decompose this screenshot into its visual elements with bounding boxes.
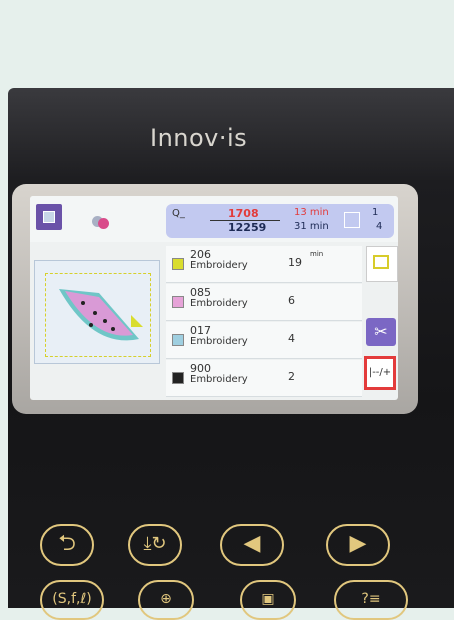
brand-logo: Innov·is (150, 124, 248, 152)
next-button[interactable]: ▶ (326, 524, 390, 566)
color-swatch (172, 334, 184, 346)
color-swatch (172, 258, 184, 270)
hardware-keys-row2: (S,f,ℓ) ⊕ ▣ ?≡ (30, 580, 414, 620)
watermelon-design-icon (59, 289, 143, 341)
thread-name: Embroidery (190, 374, 248, 385)
embroidery-frame-icon[interactable] (366, 246, 398, 282)
tension-button[interactable]: |--/+ (364, 356, 396, 390)
thread-time-unit: min (310, 250, 324, 258)
thread-row[interactable]: 085 Embroidery 6 (166, 284, 362, 321)
grid-view-button[interactable] (36, 204, 62, 230)
thread-colors-icon[interactable] (92, 214, 110, 229)
thread-color-list: 206 Embroidery 19 min 085 Embroidery 6 0… (166, 246, 362, 397)
page-current: 1 (372, 207, 379, 218)
time-done: 13 min (294, 207, 329, 218)
thread-row[interactable]: 017 Embroidery 4 (166, 322, 362, 359)
thread-cut-icon[interactable]: ✂ (366, 318, 396, 346)
back-button[interactable]: ⮌ (40, 524, 94, 566)
thread-time: 19 (288, 256, 302, 269)
side-tools: ✂ |--/+ (364, 246, 398, 396)
page-total: 4 (376, 221, 383, 232)
memory-key[interactable]: ▣ (240, 580, 296, 620)
color-swatch (172, 296, 184, 308)
stitch-key[interactable]: (S,f,ℓ) (40, 580, 104, 620)
page-box-icon (344, 212, 360, 228)
thread-name: Embroidery (190, 298, 248, 309)
stitch-count-done: 1708 (228, 207, 259, 220)
top-bar: Q_ 1708 12259 13 min 31 min 1 4 (30, 196, 398, 242)
stitch-status-panel: Q_ 1708 12259 13 min 31 min 1 4 (166, 204, 394, 238)
thread-row[interactable]: 206 Embroidery 19 min (166, 246, 362, 283)
time-total: 31 min (294, 221, 329, 232)
stitch-count-total: 12259 (228, 221, 267, 234)
touch-screen: Q_ 1708 12259 13 min 31 min 1 4 206 Embr… (30, 196, 398, 400)
auto-lock-button[interactable]: ⤓↻ (128, 524, 182, 566)
design-preview[interactable] (34, 260, 160, 364)
thread-row[interactable]: 900 Embroidery 2 (166, 360, 362, 397)
thread-name: Embroidery (190, 336, 248, 347)
previous-button[interactable]: ◀ (220, 524, 284, 566)
color-swatch (172, 372, 184, 384)
thread-time: 4 (288, 332, 295, 345)
hardware-keys-row1: ⮌ ⤓↻ ◀ ▶ (30, 520, 414, 570)
thread-time: 6 (288, 294, 295, 307)
thread-name: Embroidery (190, 260, 248, 271)
thread-time: 2 (288, 370, 295, 383)
embroidery-key[interactable]: ⊕ (138, 580, 194, 620)
needle-icon: Q_ (172, 208, 185, 219)
help-key[interactable]: ?≡ (334, 580, 408, 620)
